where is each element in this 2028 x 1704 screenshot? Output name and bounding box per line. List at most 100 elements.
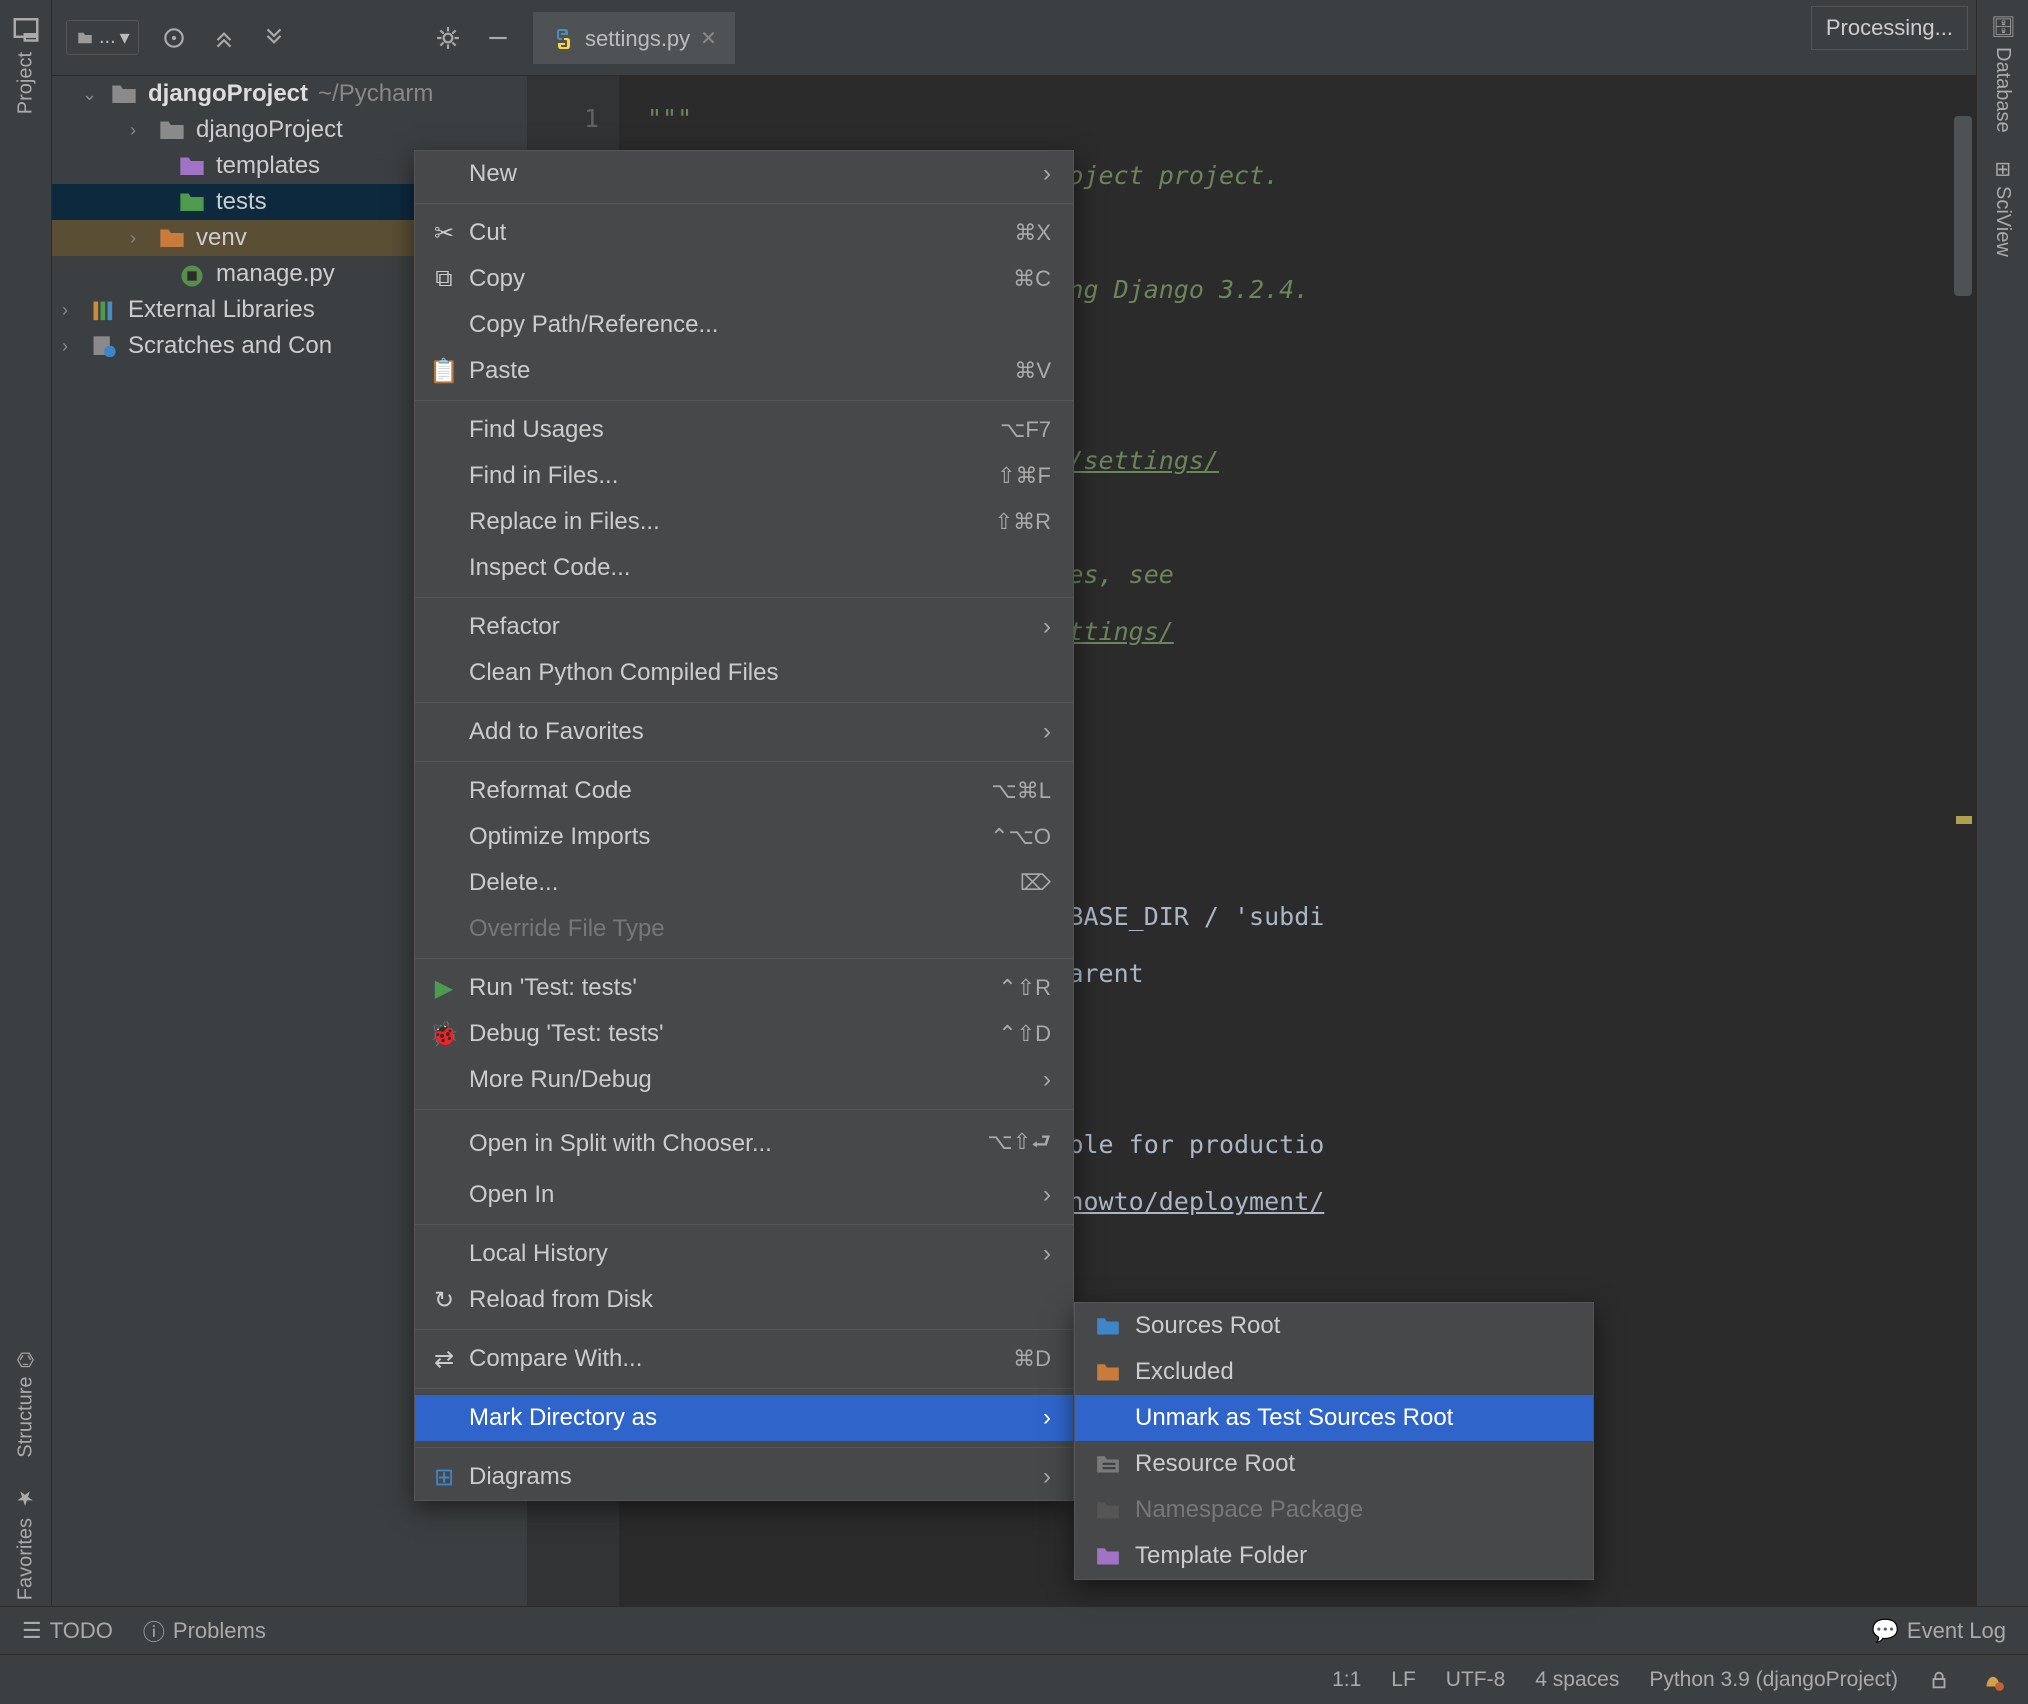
ctx-run-tests[interactable]: ▶Run 'Test: tests'⌃⇧R <box>415 965 1073 1011</box>
ctx-label: Copy Path/Reference... <box>469 311 718 339</box>
ctx-clean-compiled[interactable]: Clean Python Compiled Files <box>415 650 1073 696</box>
dropdown-label: ... <box>99 26 116 49</box>
sciview-tool-tab[interactable]: ⊞ SciView <box>1985 147 2021 271</box>
ctx-local-history[interactable]: Local History› <box>415 1231 1073 1277</box>
ctx-more-run[interactable]: More Run/Debug› <box>415 1057 1073 1103</box>
ctx-add-favorites[interactable]: Add to Favorites› <box>415 709 1073 755</box>
shortcut: ⌘X <box>1014 220 1051 246</box>
ctx-open-split[interactable]: Open in Split with Chooser...⌥⇧⮐ <box>415 1116 1073 1172</box>
gear-icon[interactable] <box>433 23 463 53</box>
ctx-label: Open in Split with Chooser... <box>469 1130 772 1158</box>
folder-purple-icon <box>1095 1545 1121 1567</box>
project-view-dropdown[interactable]: ... ▾ <box>66 20 139 55</box>
todo-label: TODO <box>50 1618 113 1644</box>
list-icon: ☰ <box>22 1618 42 1644</box>
ctx-open-in[interactable]: Open In › <box>415 1172 1073 1218</box>
ctx-delete[interactable]: Delete...⌦ <box>415 860 1073 906</box>
ide-status-icon[interactable] <box>1980 1667 2006 1693</box>
chevron-right-icon: › <box>130 228 148 249</box>
minimize-icon[interactable] <box>483 23 513 53</box>
project-tool-tab[interactable]: Project <box>5 0 47 128</box>
editor-tab-bar: settings.py ✕ Processing... <box>527 0 1976 76</box>
shortcut: ⌘C <box>1013 266 1051 292</box>
locate-icon[interactable] <box>159 23 189 53</box>
context-menu: New› ✂Cut⌘X ⧉Copy⌘C Copy Path/Reference.… <box>414 150 1074 1501</box>
libraries-icon <box>90 298 118 322</box>
tree-item-label: templates <box>216 152 320 180</box>
shortcut: ⇧⌘R <box>995 509 1051 535</box>
ctx-paste[interactable]: 📋Paste⌘V <box>415 348 1073 394</box>
submenu-arrow-icon: › <box>1043 1181 1051 1209</box>
shortcut: ⌦ <box>1020 870 1051 896</box>
ctx-label: Override File Type <box>469 915 665 943</box>
sub-label: Template Folder <box>1135 1542 1307 1570</box>
ctx-replace-in-files[interactable]: Replace in Files...⇧⌘R <box>415 499 1073 545</box>
info-icon: ⓘ <box>143 1615 165 1647</box>
file-encoding[interactable]: UTF-8 <box>1446 1668 1506 1692</box>
ctx-debug-tests[interactable]: 🐞Debug 'Test: tests'⌃⇧D <box>415 1011 1073 1057</box>
ctx-inspect-code[interactable]: Inspect Code... <box>415 545 1073 591</box>
caret-position[interactable]: 1:1 <box>1332 1668 1361 1692</box>
folder-blue-icon <box>1095 1315 1121 1337</box>
warning-marker[interactable] <box>1956 816 1972 824</box>
status-bar: 1:1 LF UTF-8 4 spaces Python 3.9 (django… <box>0 1654 2028 1704</box>
favorites-tool-tab[interactable]: Favorites ★ <box>8 1472 44 1614</box>
tree-item-label: Scratches and Con <box>128 332 332 360</box>
ctx-reload[interactable]: ↻Reload from Disk <box>415 1277 1073 1323</box>
tree-item-djangoproject[interactable]: › djangoProject <box>52 112 527 148</box>
scrollbar-thumb[interactable] <box>1954 116 1972 296</box>
processing-indicator: Processing... <box>1811 6 1968 50</box>
blank-icon <box>1095 1407 1121 1429</box>
collapse-all-icon[interactable] <box>259 23 289 53</box>
ctx-cut[interactable]: ✂Cut⌘X <box>415 210 1073 256</box>
sub-template-folder[interactable]: Template Folder <box>1075 1533 1593 1579</box>
structure-tool-tab[interactable]: Structure ⌬ <box>8 1337 44 1472</box>
problems-tool-button[interactable]: ⓘProblems <box>143 1615 266 1647</box>
editor-tab-settings[interactable]: settings.py ✕ <box>533 12 735 64</box>
close-tab-icon[interactable]: ✕ <box>700 26 717 51</box>
diagrams-icon: ⊞ <box>431 1464 457 1490</box>
indent-setting[interactable]: 4 spaces <box>1535 1668 1619 1692</box>
separator <box>415 1224 1073 1225</box>
python-interpreter[interactable]: Python 3.9 (djangoProject) <box>1649 1668 1898 1692</box>
ctx-label: Open In <box>469 1181 554 1209</box>
shortcut: ⌘D <box>1013 1346 1051 1372</box>
tree-root[interactable]: ⌄ djangoProject ~/Pycharm <box>52 76 527 112</box>
separator <box>415 958 1073 959</box>
sub-sources-root[interactable]: Sources Root <box>1075 1303 1593 1349</box>
separator <box>415 400 1073 401</box>
ctx-label: Compare With... <box>469 1345 642 1373</box>
left-tool-rail: Project Structure ⌬ Favorites ★ <box>0 0 52 1704</box>
todo-tool-button[interactable]: ☰ TODO <box>22 1618 113 1644</box>
event-log-button[interactable]: 💬Event Log <box>1872 1618 2006 1644</box>
tree-item-label: djangoProject <box>196 116 343 144</box>
submenu-arrow-icon: › <box>1043 160 1051 188</box>
ctx-copy-path[interactable]: Copy Path/Reference... <box>415 302 1073 348</box>
shortcut: ⌃⇧D <box>998 1021 1051 1047</box>
sub-resource-root[interactable]: Resource Root <box>1075 1441 1593 1487</box>
sub-excluded[interactable]: Excluded <box>1075 1349 1593 1395</box>
ctx-refactor[interactable]: Refactor› <box>415 604 1073 650</box>
ctx-mark-directory[interactable]: Mark Directory as› <box>415 1395 1073 1441</box>
ctx-compare[interactable]: ⇄Compare With...⌘D <box>415 1336 1073 1382</box>
sub-label: Excluded <box>1135 1358 1234 1386</box>
expand-all-icon[interactable] <box>209 23 239 53</box>
editor-scrollbar[interactable] <box>1954 76 1972 1606</box>
lock-icon[interactable] <box>1928 1669 1950 1691</box>
sub-unmark-test-sources[interactable]: Unmark as Test Sources Root <box>1075 1395 1593 1441</box>
submenu-arrow-icon: › <box>1043 1240 1051 1268</box>
ctx-find-usages[interactable]: Find Usages⌥F7 <box>415 407 1073 453</box>
ctx-label: Paste <box>469 357 530 385</box>
ctx-optimize-imports[interactable]: Optimize Imports⌃⌥O <box>415 814 1073 860</box>
ctx-diagrams[interactable]: ⊞Diagrams› <box>415 1454 1073 1500</box>
line-separator[interactable]: LF <box>1391 1668 1416 1692</box>
line-number: 1 <box>527 90 599 147</box>
ctx-copy[interactable]: ⧉Copy⌘C <box>415 256 1073 302</box>
project-panel-toolbar: ... ▾ <box>52 0 527 76</box>
database-tool-tab[interactable]: 🗄 Database <box>1985 0 2021 147</box>
ctx-reformat[interactable]: Reformat Code⌥⌘L <box>415 768 1073 814</box>
ctx-new[interactable]: New› <box>415 151 1073 197</box>
ctx-label: Copy <box>469 265 525 293</box>
bottom-tool-bar: ☰ TODO ⓘProblems 💬Event Log <box>0 1606 2028 1654</box>
ctx-find-in-files[interactable]: Find in Files...⇧⌘F <box>415 453 1073 499</box>
